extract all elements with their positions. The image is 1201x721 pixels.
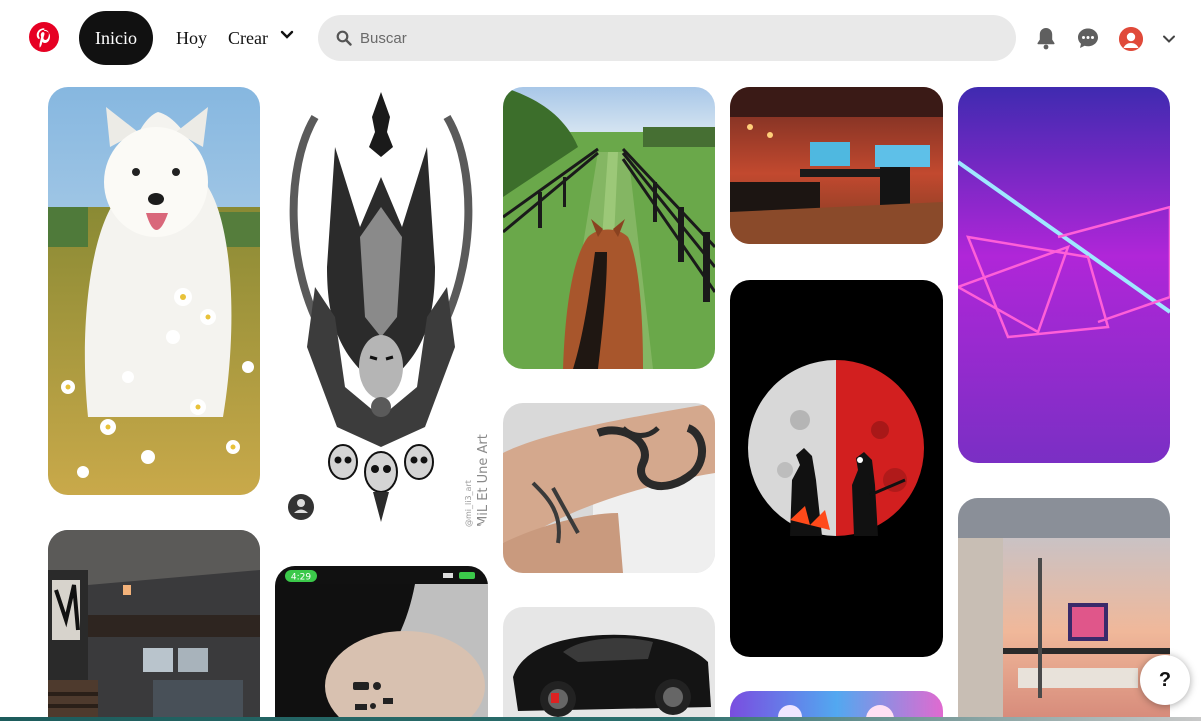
status-time: 4:29 [291, 573, 311, 583]
pin-black-sports-car[interactable] [503, 607, 715, 721]
chevron-down-icon[interactable] [279, 27, 295, 43]
pin-sunset-apartment[interactable] [958, 498, 1170, 721]
pin-neon-lines[interactable] [958, 87, 1170, 463]
nav-create-link[interactable]: Crear [228, 27, 268, 49]
pin-anubis-tattoo[interactable]: MiL Et Une Art @mi_li3_art [275, 87, 488, 530]
pin-dog-flowers[interactable] [48, 87, 260, 495]
anubis-signature-text: MiL Et Une Art [476, 434, 488, 527]
chevron-down-icon[interactable] [1161, 31, 1177, 47]
search-input[interactable] [360, 15, 1000, 61]
anubis-handle-text: @mi_li3_art [464, 480, 473, 527]
nav-home-button[interactable]: Inicio [79, 11, 153, 65]
chat-icon[interactable] [1076, 26, 1100, 50]
search-bar[interactable] [318, 15, 1016, 61]
avatar[interactable] [1119, 27, 1143, 51]
taskbar-edge [0, 717, 1201, 721]
nav-today-link[interactable]: Hoy [176, 27, 207, 49]
pin-anime-moon[interactable] [730, 280, 943, 657]
pin-horse-ride[interactable] [503, 87, 715, 369]
help-button[interactable]: ? [1140, 655, 1190, 705]
pin-gaming-room[interactable] [730, 87, 943, 244]
pin-forearm-snake-tattoo[interactable] [503, 403, 715, 573]
pinterest-logo[interactable] [29, 22, 59, 52]
bell-icon[interactable] [1034, 26, 1058, 50]
search-icon [336, 30, 352, 46]
pin-dark-loft-bedroom[interactable] [48, 530, 260, 721]
pin-phone-tattoo-screenshot[interactable]: 4:29 [275, 566, 488, 721]
